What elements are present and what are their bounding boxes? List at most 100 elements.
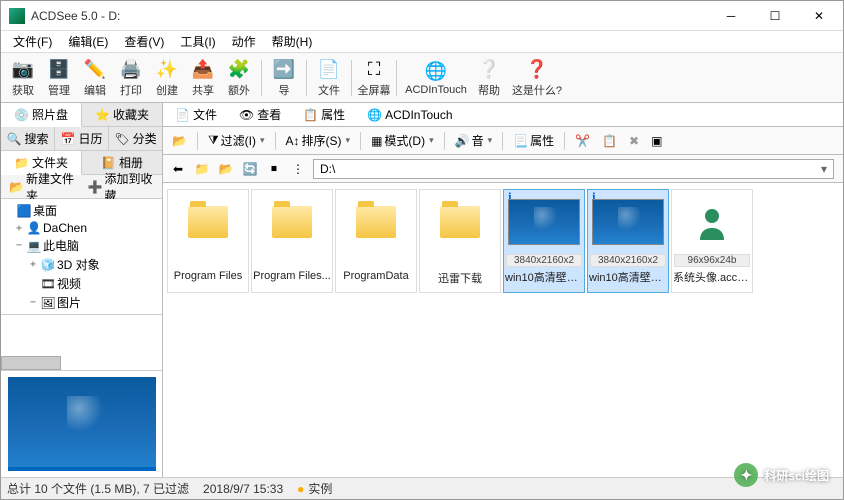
side-toolbar: 📂新建文件夹 ➕添加到收藏 [1, 175, 162, 199]
menu-actions[interactable]: 动作 [224, 31, 264, 52]
open-folder-button[interactable]: 📂 [167, 132, 192, 150]
menu-view[interactable]: 查看(V) [116, 31, 172, 52]
separator [396, 60, 397, 96]
tab-photodisk[interactable]: 💿照片盘 [1, 103, 82, 127]
tab-search[interactable]: 🔍搜索 [1, 127, 55, 150]
tree-thispc[interactable]: −💻此电脑 [1, 236, 162, 255]
menu-file[interactable]: 文件(F) [5, 31, 60, 52]
extras-button[interactable]: 🧩额外 [221, 55, 257, 100]
filter-bar: 📂 ⧩过滤(I) A↕排序(S) ▦模式(D) 🔊音 📃属性 ✂️ 📋 ✖ ▣ [163, 127, 843, 155]
thumb-box: ℹ [590, 192, 666, 252]
viewtab-properties[interactable]: 📋属性 [297, 104, 351, 125]
nav-refresh[interactable]: 🔄 [239, 159, 261, 179]
maximize-button[interactable]: ☐ [753, 2, 797, 30]
folder-tree[interactable]: 🟦桌面 +👤DaChen −💻此电脑 +🧊3D 对象 🎞视频 −🖼图片 [1, 199, 162, 315]
manage-button[interactable]: 🗄️管理 [41, 55, 77, 100]
sheet-icon: 📃 [513, 134, 528, 148]
refresh-icon: 🔄 [243, 162, 258, 176]
side-tabs-1: 💿照片盘 ⭐收藏夹 [1, 103, 162, 127]
nav-stop[interactable]: ⏹ [263, 159, 285, 179]
minimize-button[interactable]: ─ [709, 2, 753, 30]
preview-pane [1, 371, 162, 477]
tree-video[interactable]: 🎞视频 [1, 274, 162, 293]
newfolder-icon: 📂 [9, 180, 24, 194]
tree-3dobjects[interactable]: +🧊3D 对象 [1, 255, 162, 274]
props-icon: 📋 [303, 108, 318, 122]
item-name: 系统头像.acco... [673, 269, 751, 285]
print-button[interactable]: 🖨️打印 [113, 55, 149, 100]
nav-back[interactable]: ⬅ [167, 159, 189, 179]
grid-item[interactable]: Program Files... [251, 189, 333, 293]
files-button[interactable]: 📄文件 [311, 55, 347, 100]
item-dimensions: 3840x2160x2 [590, 254, 666, 267]
tree-dachen[interactable]: +👤DaChen [1, 220, 162, 236]
edit-button[interactable]: ✏️编辑 [77, 55, 113, 100]
viewtab-view[interactable]: 👁查看 [233, 104, 287, 125]
copy-button[interactable]: 📋 [597, 132, 622, 150]
properties-button[interactable]: 📃属性 [508, 130, 559, 151]
thumbnail-grid[interactable]: Program FilesProgram Files...ProgramData… [163, 183, 843, 477]
sparkle-icon: ✨ [155, 57, 179, 81]
intouch-button[interactable]: 🌐ACDInTouch [401, 57, 471, 98]
tag-icon: 🏷 [114, 132, 129, 146]
grid-item[interactable]: 96x96x24b系统头像.acco... [671, 189, 753, 293]
plugin-icon: 🧩 [227, 57, 251, 81]
scrollbar-thumb[interactable] [1, 356, 61, 370]
item-name: win10高清壁纸.. [589, 269, 667, 285]
separator [306, 60, 307, 96]
share-button[interactable]: 📤共享 [185, 55, 221, 100]
fullscreen-button[interactable]: ⛶全屏幕 [356, 55, 392, 100]
sound-dropdown[interactable]: 🔊音 [450, 130, 498, 151]
tree-pictures[interactable]: −🖼图片 [1, 293, 162, 312]
close-button[interactable]: ✕ [797, 2, 841, 30]
nav-button[interactable]: ➡️导 [266, 55, 302, 100]
menu-edit[interactable]: 编辑(E) [60, 31, 116, 52]
grid-item[interactable]: ℹ3840x2160x2win10高清壁纸.. [503, 189, 585, 293]
chevron-down-icon[interactable]: ▾ [821, 162, 827, 176]
nav-fwd[interactable]: 📂 [215, 159, 237, 179]
help-button[interactable]: ❔帮助 [471, 55, 507, 100]
folder-icon: 📁 [14, 156, 29, 170]
sort-dropdown[interactable]: A↕排序(S) [281, 130, 356, 151]
whatis-button[interactable]: ❓这是什么? [507, 55, 567, 100]
sound-icon: 🔊 [455, 134, 470, 148]
grid-item[interactable]: ℹ 3840x2160x2 win10高清壁纸.. [587, 189, 669, 293]
wechat-icon: ✦ [734, 463, 758, 487]
nav-up[interactable]: 📁 [191, 159, 213, 179]
side-tabs-2: 🔍搜索 📅日历 🏷分类 [1, 127, 162, 151]
separator [444, 132, 445, 150]
viewtab-file[interactable]: 📄文件 [169, 104, 223, 125]
thumb-box [254, 192, 330, 252]
tree-desktop[interactable]: 🟦桌面 [1, 201, 162, 220]
grid-item[interactable]: 迅雷下载 [419, 189, 501, 293]
cut-icon: ✂️ [575, 134, 590, 148]
pointer-icon: ❓ [525, 57, 549, 81]
tab-category[interactable]: 🏷分类 [109, 127, 162, 150]
delete-button[interactable]: ✖ [624, 132, 644, 150]
video-icon: 🎞 [41, 277, 55, 291]
grid-item[interactable]: Program Files [167, 189, 249, 293]
mode-dropdown[interactable]: ▦模式(D) [366, 130, 439, 151]
menu-tools[interactable]: 工具(I) [172, 31, 223, 52]
tab-favorites[interactable]: ⭐收藏夹 [82, 103, 162, 126]
acquire-button[interactable]: 📷获取 [5, 55, 41, 100]
filter-dropdown[interactable]: ⧩过滤(I) [203, 130, 270, 151]
nav-more[interactable]: ⋮ [287, 159, 309, 179]
viewtab-intouch[interactable]: 🌐ACDInTouch [361, 106, 458, 124]
select-button[interactable]: ▣ [646, 132, 667, 150]
grid-item[interactable]: ProgramData [335, 189, 417, 293]
fwd-icon: 📂 [219, 162, 234, 176]
app-icon [9, 8, 25, 24]
path-input[interactable]: D:\▾ [313, 159, 834, 179]
status-time: 2018/9/7 15:33 [203, 482, 283, 496]
files-icon: 📄 [317, 57, 341, 81]
create-button[interactable]: ✨创建 [149, 55, 185, 100]
grid-icon: ▦ [371, 134, 382, 148]
folder-icon [356, 206, 396, 238]
menu-help[interactable]: 帮助(H) [264, 31, 321, 52]
preview-image[interactable] [8, 377, 156, 471]
tab-calendar[interactable]: 📅日历 [55, 127, 109, 150]
stop-icon: ⏹ [271, 161, 277, 176]
cut-button[interactable]: ✂️ [570, 132, 595, 150]
separator [360, 132, 361, 150]
